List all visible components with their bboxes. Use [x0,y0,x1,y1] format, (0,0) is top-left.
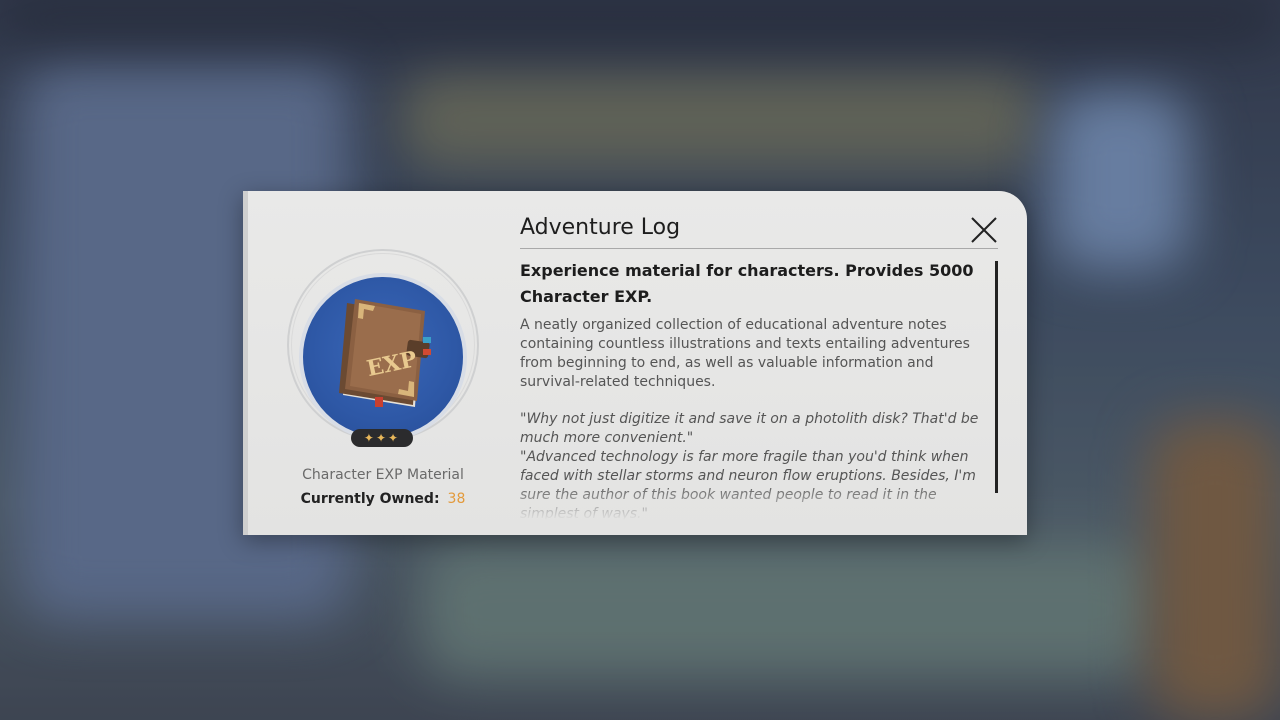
rarity-stars: ✦✦✦ [351,429,413,447]
item-icon-frame: EXP [299,273,467,441]
item-detail-dialog: EXP ✦✦✦ Character EXP Material Currently… [243,191,1027,535]
item-lore-quote: "Why not just digitize it and save it on… [520,411,979,520]
exp-book-icon: EXP [339,299,431,407]
item-summary: Experience material for characters. Prov… [520,261,974,306]
item-description: A neatly organized collection of educati… [520,317,970,390]
item-type-label: Character EXP Material [302,467,464,483]
owned-label: Currently Owned: [300,491,440,507]
close-button[interactable] [969,215,999,245]
description-scroll-area[interactable]: Experience material for characters. Prov… [520,258,982,520]
owned-count: Currently Owned: 38 [283,491,483,507]
title-divider [520,248,998,249]
scrollbar[interactable] [995,261,998,493]
item-title: Adventure Log [520,215,681,240]
close-icon [971,217,997,243]
owned-value: 38 [447,491,466,507]
